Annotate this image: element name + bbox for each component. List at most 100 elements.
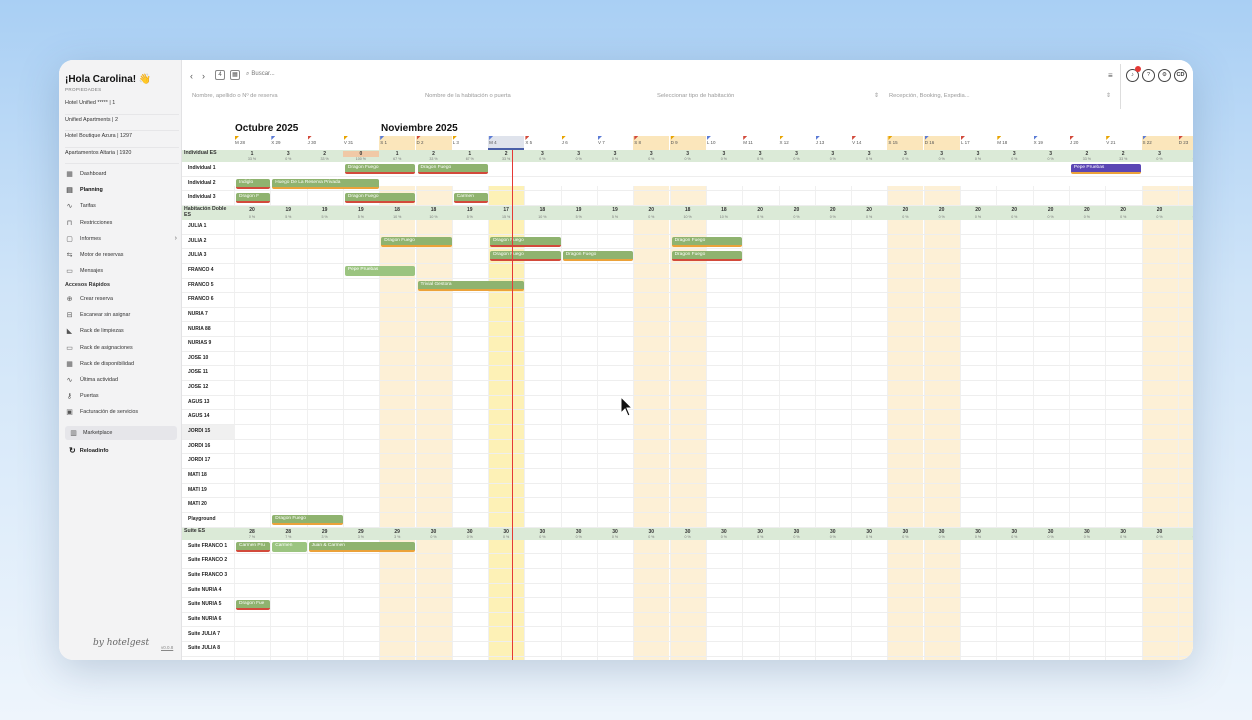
reload-button[interactable]: ↻ Reloadinfo [69, 446, 109, 455]
room-row[interactable]: JOSE 10 [182, 352, 1193, 367]
room-row[interactable]: AGUS 14 [182, 410, 1193, 426]
settings-gear-icon[interactable]: ⚙ [1158, 69, 1171, 82]
category-row[interactable]: Habitación Doble ES 20 0 % 19 5 % 19 5 % 19 5 % 1… [182, 205, 1193, 220]
room-row[interactable]: FRANCO 5 [182, 279, 1193, 294]
booking-bar[interactable]: Dragon Fue [236, 600, 271, 611]
menu-item-mensajes[interactable]: ▭ Mensajes [65, 263, 177, 279]
booking-bar[interactable]: Huego De La Reserva Privada [272, 178, 380, 189]
category-row[interactable]: Suite ES 28 7 % 28 7 % 29 3 % 29 3 % 29 3 % 30 0 % 30… [182, 527, 1193, 540]
booking-bar[interactable]: Carmen Pru [236, 541, 271, 552]
menu-item-rack-de-asignaciones[interactable]: ▭ Rack de asignaciones [65, 340, 177, 356]
room-row[interactable]: Suite FRANCO 2 [182, 554, 1193, 569]
menu-item-facturaci-n-de-servicios[interactable]: ▣ Facturación de servicios [65, 404, 177, 420]
user-avatar[interactable]: CD [1174, 69, 1187, 82]
version-link[interactable]: v0.0.8 [161, 645, 173, 650]
room-row[interactable]: JOSE 12 [182, 381, 1193, 396]
category-row[interactable]: Individual ES 1 33 % 3 0 % 2 33 % 0 100 % 1 67 % 2 3… [182, 150, 1193, 162]
room-row[interactable]: Suite NURIA 4 [182, 584, 1193, 599]
room-row[interactable]: Suite NURIA 5 [182, 598, 1193, 613]
menu-item-puertas[interactable]: ⚷ Puertas [65, 388, 177, 404]
booking-bar[interactable]: Juan & Carmen [308, 541, 416, 552]
booking-bar[interactable]: Dragon F [236, 193, 271, 204]
menu-item-dashboard[interactable]: ▦ Dashboard [65, 166, 177, 182]
booking-bar[interactable]: Dragon Fuego [344, 193, 416, 204]
room-row[interactable]: NURIA 7 [182, 308, 1193, 323]
search-input[interactable]: ⌕ Buscar... [246, 71, 277, 78]
booking-bar[interactable]: Dragon Fuego [490, 251, 561, 262]
sidebar: ¡Hola Carolina! 👋 PROPIEDADES Hotel Unif… [59, 60, 182, 660]
availability-count: 20 [866, 206, 872, 213]
booking-bar[interactable]: Pepe Pruebas [1070, 164, 1142, 174]
room-row[interactable]: JORDI 17 [182, 454, 1193, 469]
menu-item-rack-de-disponibilidad[interactable]: ▦ Rack de disponibilidad [65, 356, 177, 372]
properties-label: PROPIEDADES [65, 87, 102, 92]
booking-bar[interactable]: Trivial Gestora [417, 280, 525, 291]
room-row[interactable]: NURIAS 9 [182, 337, 1193, 352]
forward-arrow-icon[interactable]: › [202, 71, 205, 81]
property-item[interactable]: Apartamentos Altaria | 1920 [65, 148, 179, 164]
room-row[interactable]: Individual 1 [182, 162, 1193, 177]
room-row[interactable]: Suite JULIA 8 [182, 642, 1193, 657]
room-row[interactable]: Individual 3 [182, 191, 1193, 206]
filter-icon[interactable]: ≡ [1108, 71, 1113, 80]
property-item[interactable]: Unified Apartments | 2 [65, 115, 179, 131]
booking-bar[interactable]: Pepe Pruebas [344, 265, 416, 276]
category-label: Habitación Doble ES [184, 205, 227, 218]
property-item[interactable]: Hotel Boutique Azura | 1297 [65, 131, 179, 148]
booking-bar[interactable]: Dragon Fuego [671, 236, 743, 247]
menu-item-motor-de-reservas[interactable]: ⇆ Motor de reservas [65, 247, 177, 263]
channel-chevron-icon[interactable]: ⇕ [1106, 93, 1111, 99]
room-row[interactable]: JORDI 16 [182, 440, 1193, 455]
room-type-chevron-icon[interactable]: ⇕ [874, 93, 879, 99]
room-row[interactable]: AGUS 13 [182, 396, 1193, 411]
menu-item-crear-reserva[interactable]: ⊕ Crear reserva [65, 291, 177, 307]
room-filter-input[interactable]: Nombre de la habitación o puerta [425, 93, 511, 99]
menu-item-tarifas[interactable]: ∿ Tarifas [65, 198, 177, 214]
room-row[interactable]: Suite NURIA 6 [182, 613, 1193, 628]
room-row[interactable]: FRANCO 4 [182, 264, 1193, 279]
booking-bar[interactable]: Dragon Fuego [381, 236, 452, 247]
chevron-right-icon[interactable]: › [175, 235, 177, 242]
property-item[interactable]: Hotel Unified ***** | 1 [65, 98, 179, 115]
room-row[interactable]: Suite FRANCO 3 [182, 569, 1193, 584]
guest-filter-input[interactable]: Nombre, apellido o Nº de reserva [192, 93, 278, 99]
booking-bar[interactable]: Dragon Fuego [490, 236, 561, 247]
activity-icon: ∿ [66, 377, 73, 385]
menu-item-restricciones[interactable]: ⊓ Restricciones [65, 215, 177, 231]
help-button[interactable]: ? [1142, 69, 1155, 82]
grid-calendar-icon[interactable]: ▦ [230, 70, 240, 80]
room-row[interactable]: MATI 19 [182, 484, 1193, 499]
booking-bar[interactable]: Dragon Fuego [562, 251, 634, 262]
day-label: V 21 [1106, 140, 1116, 145]
month-label-november: Noviembre 2025 [381, 123, 458, 134]
room-row[interactable]: NURIA 88 [182, 323, 1193, 338]
marketplace-button[interactable]: ▥ Marketplace [65, 426, 177, 440]
menu-item-rack-de-limpiezas[interactable]: ◣ Rack de limpiezas [65, 323, 177, 339]
room-row[interactable]: FRANCO 6 [182, 293, 1193, 308]
booking-bar[interactable]: Dragon Fuego [671, 251, 743, 262]
day-label: J 30 [307, 140, 317, 145]
back-arrow-icon[interactable]: ‹ [190, 71, 193, 81]
menu-item--ltima-actividad[interactable]: ∿ Última actividad [65, 372, 177, 388]
room-type-select[interactable]: Seleccionar tipo de habitación [657, 93, 734, 99]
room-row[interactable]: MATI 20 [182, 498, 1193, 513]
channel-select[interactable]: Recepción, Booking, Expedia... [889, 93, 970, 99]
notification-badge [1135, 66, 1141, 72]
room-row[interactable]: JOSE 11 [182, 366, 1193, 382]
menu-item-informes[interactable]: ▢ Informes › [65, 231, 177, 247]
day-label: S 22 [1142, 140, 1152, 145]
menu-item-planning[interactable]: ▤ Planning [65, 182, 177, 198]
booking-bar[interactable]: Dragon Fuego [344, 164, 416, 174]
today-calendar-icon[interactable]: 4 [215, 70, 225, 80]
room-row[interactable]: Suite JULIA 7 [182, 628, 1193, 643]
room-label: Suite FRANCO 3 [188, 571, 228, 578]
room-row[interactable]: MATI 18 [182, 469, 1193, 484]
booking-bar[interactable]: Carmen [272, 541, 307, 552]
room-row[interactable]: JORDI 15 [182, 425, 1193, 440]
booking-bar[interactable]: Indiglo [236, 178, 271, 189]
booking-bar[interactable]: Dragon Fuego [272, 514, 343, 525]
booking-bar[interactable]: Dragon Fuego [417, 164, 489, 174]
menu-item-escanear-sin-asignar[interactable]: ⊟ Escanear sin asignar [65, 307, 177, 323]
room-row[interactable]: JULIA 1 [182, 220, 1193, 235]
booking-bar[interactable]: Carmen [453, 193, 489, 204]
